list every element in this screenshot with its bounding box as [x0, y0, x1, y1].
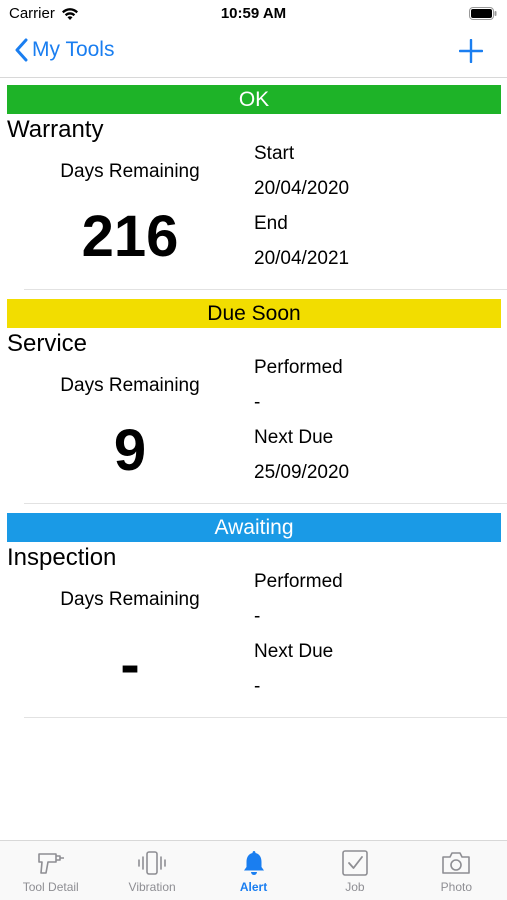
checkbox-icon	[342, 850, 368, 876]
camera-icon	[442, 852, 471, 874]
days-remaining-value: -	[120, 632, 140, 697]
tab-bar: Tool Detail Vibration Alert Job Photo	[0, 840, 507, 900]
section-title-service: Service	[7, 330, 88, 357]
back-label: My Tools	[32, 38, 115, 61]
next-due-label: Next Due	[254, 641, 334, 662]
tab-job[interactable]: Job	[304, 841, 405, 900]
divider	[24, 503, 507, 504]
warranty-section: OK Warranty Days Remaining 216 Start 20/…	[0, 85, 507, 299]
bell-icon	[243, 851, 264, 875]
status-bar: Carrier 10:59 AM	[0, 0, 507, 30]
divider	[24, 717, 507, 718]
next-due-value: -	[254, 676, 261, 697]
section-title-warranty: Warranty	[7, 116, 104, 143]
add-icon[interactable]	[459, 39, 483, 63]
status-banner-ok: OK	[7, 85, 501, 114]
next-due-label: Next Due	[254, 427, 334, 448]
performed-label: Performed	[254, 357, 343, 378]
days-remaining-value: 216	[81, 204, 179, 269]
tab-label: Alert	[239, 880, 268, 894]
tab-alert[interactable]: Alert	[203, 841, 304, 900]
chevron-left-icon	[15, 38, 28, 62]
days-remaining-label: Days Remaining	[60, 589, 200, 610]
tab-vibration[interactable]: Vibration	[101, 841, 202, 900]
section-title-inspection: Inspection	[7, 544, 117, 571]
vibration-icon	[138, 851, 166, 875]
performed-label: Performed	[254, 571, 343, 592]
status-banner-awaiting: Awaiting	[7, 513, 501, 542]
start-label: Start	[254, 143, 295, 164]
status-time: 10:59 AM	[220, 5, 287, 22]
days-remaining-value: 9	[113, 418, 147, 483]
days-remaining-label: Days Remaining	[60, 375, 200, 396]
tab-tool-detail[interactable]: Tool Detail	[0, 841, 101, 900]
battery-icon	[469, 7, 497, 20]
start-value: 20/04/2020	[254, 178, 350, 199]
end-label: End	[254, 213, 288, 234]
end-value: 20/04/2021	[254, 248, 350, 269]
days-remaining-label: Days Remaining	[60, 161, 200, 182]
tab-label: Job	[345, 880, 365, 894]
divider	[24, 289, 507, 290]
tab-label: Photo	[440, 880, 472, 894]
tab-label: Tool Detail	[22, 880, 79, 894]
navigation-bar: My Tools	[0, 30, 507, 78]
back-button[interactable]: My Tools	[14, 38, 114, 62]
performed-value: -	[254, 606, 261, 627]
service-section: Due Soon Service Days Remaining 9 Perfor…	[0, 299, 507, 513]
performed-value: -	[254, 392, 261, 413]
tab-label: Vibration	[128, 880, 176, 894]
status-banner-due-soon: Due Soon	[7, 299, 501, 328]
inspection-section: Awaiting Inspection Days Remaining - Per…	[0, 513, 507, 727]
tab-photo[interactable]: Photo	[406, 841, 507, 900]
drill-icon	[37, 853, 64, 874]
next-due-value: 25/09/2020	[254, 462, 350, 483]
